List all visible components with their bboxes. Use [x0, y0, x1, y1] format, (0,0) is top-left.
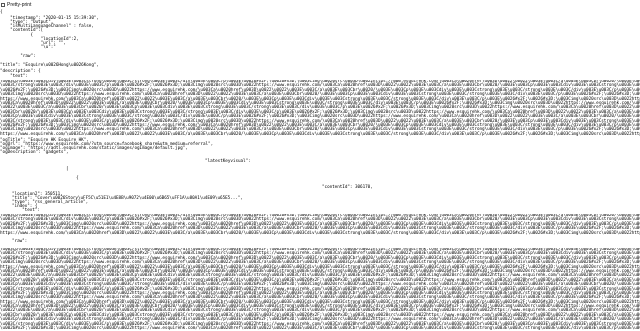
- json-line-title: "title": "Esquire\u0026Hong\u0026Kong",: [0, 63, 99, 68]
- json-line-bracket: [: [66, 167, 69, 172]
- json-line: "\u":": [0, 45, 56, 50]
- json-line-og-description: "ogDescription": "​​​​​​​​​​​​​​​​​​​​​​…: [0, 150, 69, 155]
- json-line: "raw":: [0, 54, 36, 59]
- json-line-text-key: "text":: [0, 74, 28, 79]
- escaped-html-line: \u0026#x2F;\u0026#x3D;\u003Cimg\u0020src…: [0, 326, 640, 331]
- json-line-brace: {: [76, 176, 79, 181]
- json-line-raw: "raw":: [12, 239, 28, 244]
- escaped-html-blob: \u003Cp\u003E\u003Cdiv\u003E\u003Cstrong…: [0, 248, 640, 331]
- escaped-html-line: https://www.esquirehk.com/\u003Ca\u0020h…: [0, 230, 640, 236]
- json-line-content-id: "contentId": 306170,: [322, 185, 373, 190]
- json-line-text: "text":: [12, 208, 40, 213]
- json-line-latest-keyvisual: "latestKeyvisual":: [205, 159, 251, 164]
- pretty-print-checkbox[interactable]: [1, 2, 5, 7]
- pretty-print-toolbar: Pretty-print: [0, 0, 31, 9]
- json-line: {: [0, 10, 3, 15]
- escaped-html-blob: \u003Cp\u003E\u003Cdiv\u003E\u003Cstrong…: [0, 80, 640, 136]
- escaped-html-line: https://www.esquirehk.com/\u003Ca\u0020h…: [0, 131, 640, 136]
- escaped-html-blob: \u003Cp\u003E\u003Cdiv\u003E\u003Cstrong…: [0, 214, 640, 236]
- pretty-print-label: Pretty-print: [7, 1, 32, 8]
